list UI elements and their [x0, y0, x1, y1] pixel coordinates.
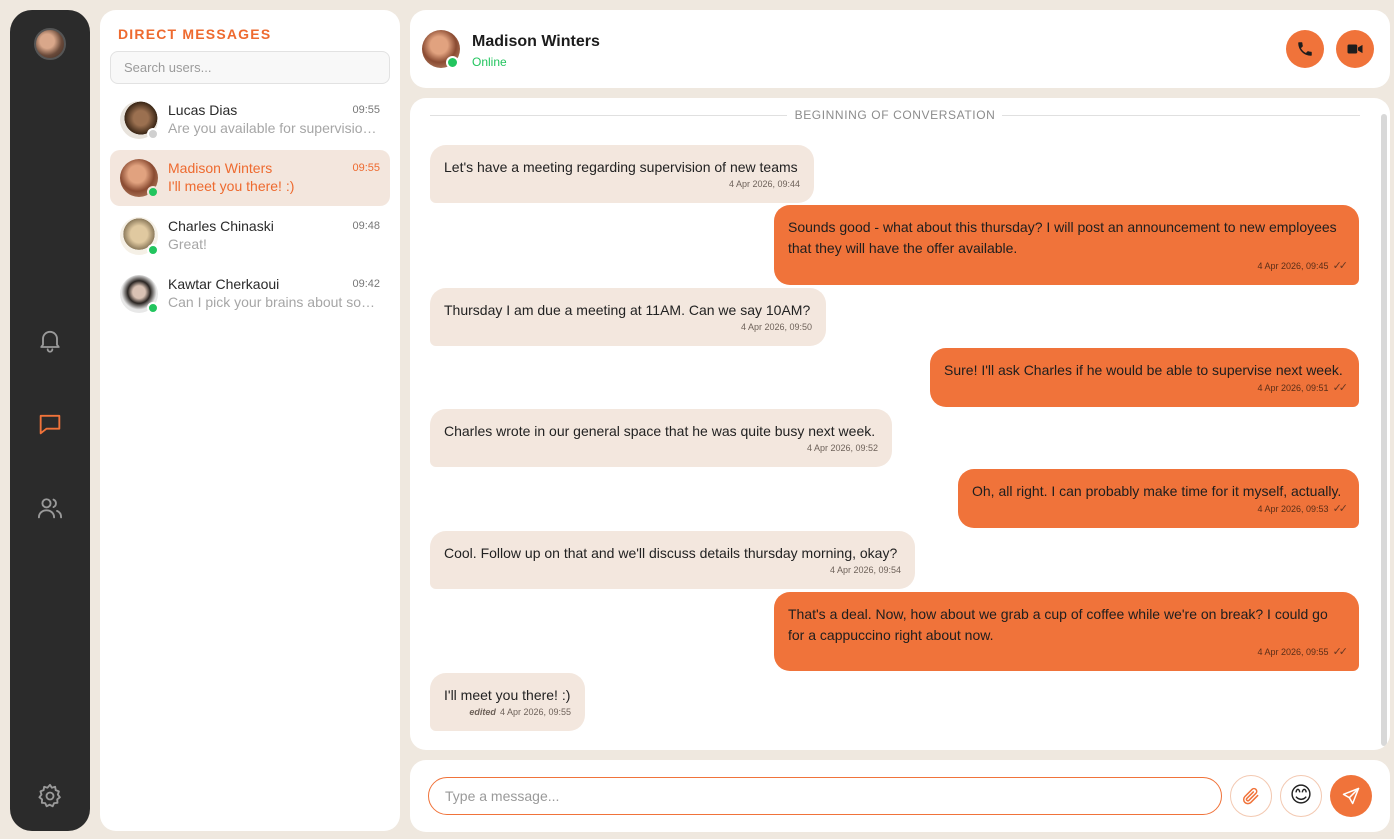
emoji-button[interactable]: 😊 — [1280, 775, 1322, 817]
contact-preview: Are you available for supervision of new… — [168, 120, 380, 136]
contact-list: Lucas Dias 09:55 Are you available for s… — [110, 92, 390, 324]
video-icon — [1347, 44, 1363, 54]
read-receipt-icon: ✓✓ — [1332, 646, 1349, 658]
users-icon — [37, 498, 63, 519]
notifications-button[interactable] — [34, 324, 66, 356]
chat-partner-status: Online — [472, 55, 507, 69]
message-timestamp: 4 Apr 2026, 09:45 — [1257, 261, 1329, 271]
contact-time: 09:48 — [352, 220, 380, 232]
message-incoming[interactable]: Charles wrote in our general space that … — [430, 409, 892, 467]
message-meta: 4 Apr 2026, 09:53 ✓✓ — [1257, 499, 1349, 520]
status-offline-icon — [147, 128, 159, 140]
user-avatar[interactable] — [34, 28, 66, 60]
message-timestamp: 4 Apr 2026, 09:55 — [499, 707, 571, 717]
search-input[interactable] — [110, 51, 390, 84]
message-text: Sounds good - what about this thursday? … — [788, 219, 1337, 256]
contact-charles-chinaski[interactable]: Charles Chinaski 09:48 Great! — [110, 208, 390, 264]
gear-icon — [38, 783, 61, 808]
scrollbar[interactable] — [1381, 114, 1387, 746]
contact-time: 09:42 — [352, 278, 380, 290]
nav-rail — [10, 10, 90, 831]
read-receipt-icon: ✓✓ — [1332, 503, 1349, 515]
message-outgoing[interactable]: Sounds good - what about this thursday? … — [774, 205, 1359, 285]
edited-label: edited — [469, 707, 496, 717]
message-outgoing[interactable]: Oh, all right. I can probably make time … — [958, 469, 1359, 528]
message-meta: 4 Apr 2026, 09:51 ✓✓ — [1257, 378, 1349, 399]
send-button[interactable] — [1330, 775, 1372, 817]
read-receipt-icon: ✓✓ — [1332, 382, 1349, 394]
message-timestamp: 4 Apr 2026, 09:54 — [829, 565, 901, 575]
message-incoming[interactable]: I'll meet you there! :) edited 4 Apr 2026… — [430, 673, 585, 731]
direct-messages-button[interactable] — [34, 408, 66, 440]
contact-madison-winters[interactable]: Madison Winters 09:55 I'll meet you ther… — [110, 150, 390, 206]
conversation-divider: BEGINNING OF CONVERSATION — [430, 108, 1360, 122]
message-meta: 4 Apr 2026, 09:45 ✓✓ — [1257, 256, 1349, 277]
message-incoming[interactable]: Thursday I am due a meeting at 11AM. Can… — [430, 288, 826, 346]
contact-name: Madison Winters — [168, 160, 273, 176]
contact-preview: I'll meet you there! :) — [168, 178, 295, 194]
contact-preview: Great! — [168, 236, 207, 252]
message-timestamp: 4 Apr 2026, 09:51 — [1257, 383, 1329, 393]
sidebar-title: DIRECT MESSAGES — [118, 26, 272, 42]
contact-lucas-dias[interactable]: Lucas Dias 09:55 Are you available for s… — [110, 92, 390, 148]
message-composer: 😊 — [410, 760, 1390, 832]
contact-name: Lucas Dias — [168, 102, 238, 118]
message-timestamp: 4 Apr 2026, 09:53 — [1257, 504, 1329, 514]
message-incoming[interactable]: Let's have a meeting regarding supervisi… — [430, 145, 814, 203]
video-call-button[interactable] — [1336, 30, 1374, 68]
contact-kawtar-cherkaoui[interactable]: Kawtar Cherkaoui 09:42 Can I pick your b… — [110, 266, 390, 322]
message-timestamp: 4 Apr 2026, 09:55 — [1257, 647, 1329, 657]
contact-time: 09:55 — [352, 162, 380, 174]
message-timestamp: 4 Apr 2026, 09:44 — [728, 179, 800, 189]
send-icon — [1342, 787, 1360, 805]
contact-name: Charles Chinaski — [168, 218, 274, 234]
message-timestamp: 4 Apr 2026, 09:52 — [806, 443, 878, 453]
read-receipt-icon: ✓✓ — [1332, 260, 1349, 272]
emoji-icon: 😊 — [1289, 783, 1313, 808]
paperclip-icon — [1242, 787, 1259, 805]
contact-name: Kawtar Cherkaoui — [168, 276, 280, 292]
message-meta: 4 Apr 2026, 09:55 ✓✓ — [1257, 642, 1349, 663]
message-incoming[interactable]: Cool. Follow up on that and we'll discus… — [430, 531, 915, 589]
status-online-icon — [446, 56, 459, 69]
bell-icon — [40, 330, 60, 353]
chat-icon — [39, 414, 61, 435]
message-outgoing[interactable]: Sure! I'll ask Charles if he would be ab… — [930, 348, 1359, 407]
dm-sidebar: DIRECT MESSAGES Lucas Dias 09:55 Are you… — [100, 10, 400, 831]
contact-preview: Can I pick your brains about something? — [168, 294, 380, 310]
message-outgoing[interactable]: That's a deal. Now, how about we grab a … — [774, 592, 1359, 671]
status-online-icon — [147, 302, 159, 314]
message-text: That's a deal. Now, how about we grab a … — [788, 606, 1328, 643]
settings-button[interactable] — [34, 780, 66, 812]
divider-label: BEGINNING OF CONVERSATION — [794, 108, 996, 122]
contact-time: 09:55 — [352, 104, 380, 116]
message-meta: edited 4 Apr 2026, 09:55 — [469, 702, 571, 723]
phone-icon — [1298, 42, 1312, 56]
chat-header: Madison Winters Online — [410, 10, 1390, 88]
attach-button[interactable] — [1230, 775, 1272, 817]
message-timestamp: 4 Apr 2026, 09:50 — [740, 322, 812, 332]
status-online-icon — [147, 244, 159, 256]
message-list[interactable]: BEGINNING OF CONVERSATION Let's have a m… — [410, 98, 1390, 750]
status-online-icon — [147, 186, 159, 198]
chat-partner-name: Madison Winters — [472, 33, 600, 50]
voice-call-button[interactable] — [1286, 30, 1324, 68]
message-input[interactable] — [428, 777, 1222, 815]
users-button[interactable] — [34, 492, 66, 524]
